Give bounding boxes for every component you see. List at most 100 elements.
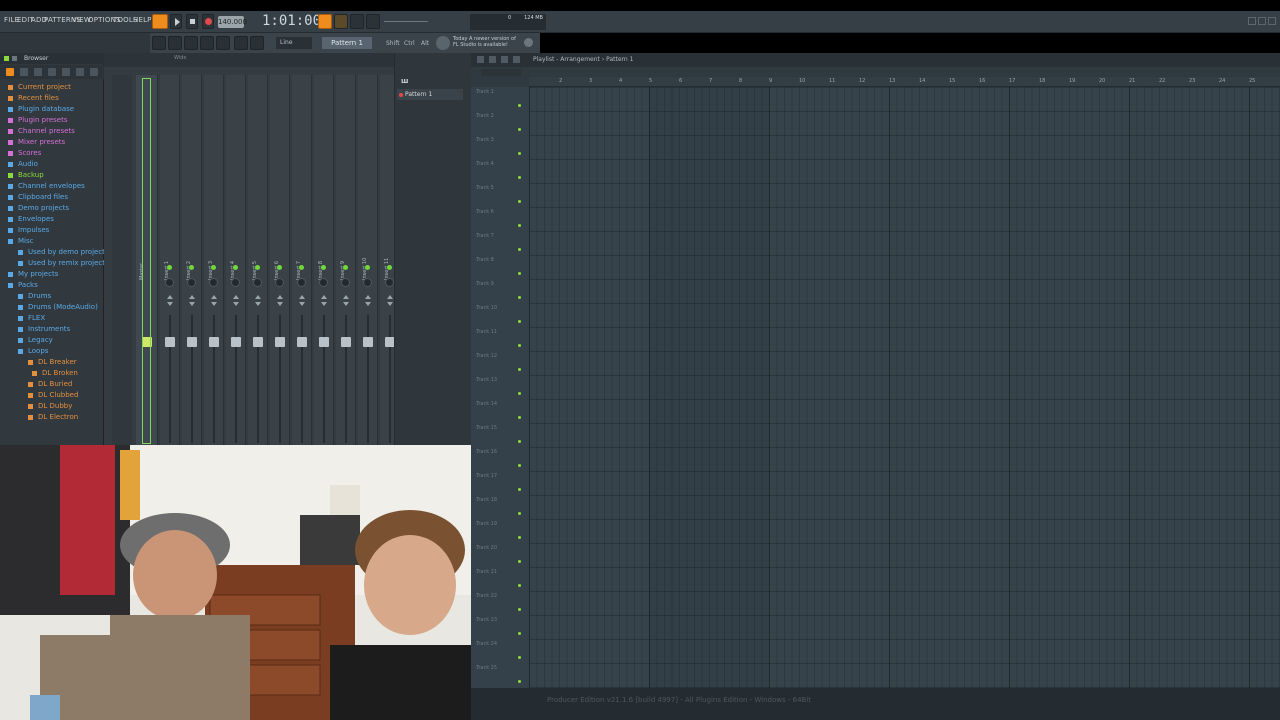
mixer-insert-track[interactable]: Insert 4: [226, 75, 246, 445]
browser-item[interactable]: Drums: [0, 291, 104, 302]
mixer-insert-track[interactable]: Insert 9: [336, 75, 356, 445]
snap-select[interactable]: Line: [276, 37, 312, 49]
insert-enable-led[interactable]: [299, 265, 304, 270]
pan-knob[interactable]: [385, 278, 394, 287]
playlist-options-icon[interactable]: [477, 56, 484, 63]
browser-item[interactable]: Legacy: [0, 335, 104, 346]
mixer-insert-track[interactable]: Insert 5: [248, 75, 268, 445]
track-header-label[interactable]: Track 16: [476, 449, 497, 455]
browser-item[interactable]: Plugin database: [0, 104, 104, 115]
track-mute-led[interactable]: [518, 392, 521, 395]
plugin-picker-button[interactable]: [216, 36, 230, 50]
track-header-label[interactable]: Track 14: [476, 401, 497, 407]
menu-help[interactable]: HELP: [133, 16, 152, 24]
pan-knob[interactable]: [319, 278, 328, 287]
track-mute-led[interactable]: [518, 680, 521, 683]
draw-tool-icon[interactable]: [489, 56, 496, 63]
close-icon[interactable]: [1268, 17, 1276, 25]
stereo-separation-icon[interactable]: [343, 295, 349, 307]
pan-knob[interactable]: [231, 278, 240, 287]
browser-item[interactable]: Used by demo projects: [0, 247, 109, 258]
track-mute-led[interactable]: [518, 368, 521, 371]
track-mute-led[interactable]: [518, 344, 521, 347]
track-header-label[interactable]: Track 17: [476, 473, 497, 479]
browser-forward-icon[interactable]: [48, 68, 56, 76]
stereo-separation-icon[interactable]: [277, 295, 283, 307]
pan-knob[interactable]: [275, 278, 284, 287]
track-mute-led[interactable]: [518, 152, 521, 155]
track-mute-led[interactable]: [518, 488, 521, 491]
volume-fader[interactable]: [231, 337, 241, 347]
master-volume-slider[interactable]: [384, 21, 428, 22]
browser-item[interactable]: Current project: [0, 82, 104, 93]
channel-rack-icon[interactable]: ш: [401, 77, 408, 85]
track-mute-led[interactable]: [518, 272, 521, 275]
stereo-separation-icon[interactable]: [233, 295, 239, 307]
pan-knob[interactable]: [187, 278, 196, 287]
browser-item[interactable]: My projects: [0, 269, 104, 280]
browser-item[interactable]: Channel presets: [0, 126, 104, 137]
track-mute-led[interactable]: [518, 560, 521, 563]
track-header-label[interactable]: Track 11: [476, 329, 497, 335]
volume-fader[interactable]: [319, 337, 329, 347]
insert-enable-led[interactable]: [211, 265, 216, 270]
track-mute-led[interactable]: [518, 296, 521, 299]
track-mute-led[interactable]: [518, 440, 521, 443]
browser-item[interactable]: DL Dubby: [0, 401, 104, 412]
track-header-label[interactable]: Track 3: [476, 137, 494, 143]
play-button[interactable]: [170, 14, 182, 29]
paint-tool-icon[interactable]: [501, 56, 508, 63]
browser-item[interactable]: Instruments: [0, 324, 104, 335]
stereo-separation-icon[interactable]: [167, 295, 173, 307]
track-mute-led[interactable]: [518, 512, 521, 515]
stereo-separation-icon[interactable]: [387, 295, 393, 307]
record-button[interactable]: [202, 14, 214, 29]
countdown-button[interactable]: [334, 14, 348, 29]
track-mute-led[interactable]: [518, 416, 521, 419]
song-time-display[interactable]: 1:01:00: [262, 13, 321, 29]
track-header-label[interactable]: Track 23: [476, 617, 497, 623]
volume-fader[interactable]: [297, 337, 307, 347]
track-header-label[interactable]: Track 10: [476, 305, 497, 311]
track-mute-led[interactable]: [518, 104, 521, 107]
playlist-view-button[interactable]: [152, 36, 166, 50]
microphone-icon[interactable]: [250, 36, 264, 50]
track-header-label[interactable]: Track 4: [476, 161, 494, 167]
browser-item[interactable]: Audio: [0, 159, 104, 170]
browser-item[interactable]: DL Buried: [0, 379, 104, 390]
pan-knob[interactable]: [297, 278, 306, 287]
browser-cloud-icon[interactable]: [76, 68, 84, 76]
alt-key-label[interactable]: Alt: [421, 40, 429, 47]
browser-item[interactable]: Demo projects: [0, 203, 104, 214]
browser-item[interactable]: Drums (ModeAudio): [0, 302, 104, 313]
tempo-display[interactable]: 140.000: [218, 16, 247, 28]
track-header-label[interactable]: Track 5: [476, 185, 494, 191]
pattern-list-item[interactable]: Pattern 1: [397, 89, 463, 100]
browser-item[interactable]: Mixer presets: [0, 137, 104, 148]
insert-enable-led[interactable]: [189, 265, 194, 270]
track-mute-led[interactable]: [518, 608, 521, 611]
track-mute-led[interactable]: [518, 584, 521, 587]
shift-key-label[interactable]: Shift: [386, 40, 400, 47]
mixer-insert-track[interactable]: Insert 2: [182, 75, 202, 445]
insert-enable-led[interactable]: [255, 265, 260, 270]
browser-item[interactable]: Channel envelopes: [0, 181, 104, 192]
channel-rack-view-button[interactable]: [184, 36, 198, 50]
insert-enable-led[interactable]: [277, 265, 282, 270]
pan-knob[interactable]: [253, 278, 262, 287]
mixer-view-button[interactable]: [200, 36, 214, 50]
browser-item[interactable]: FLEX: [0, 313, 104, 324]
playlist-time-ruler[interactable]: 2 3 4 5 6 7 8 9 10 11 12 13 14 15 16 17 18 19 20 21 22 23 24 25: [529, 77, 1280, 87]
pan-knob[interactable]: [363, 278, 372, 287]
browser-view-button[interactable]: [234, 36, 248, 50]
track-header-label[interactable]: Track 6: [476, 209, 494, 215]
browser-item[interactable]: DL Broken: [0, 368, 104, 379]
insert-enable-led[interactable]: [167, 265, 172, 270]
browser-item[interactable]: Misc: [0, 236, 104, 247]
browser-pin-icon[interactable]: [12, 56, 17, 61]
browser-item[interactable]: Plugin presets: [0, 115, 104, 126]
track-header-label[interactable]: Track 13: [476, 377, 497, 383]
browser-item[interactable]: Packs: [0, 280, 104, 291]
track-header-label[interactable]: Track 7: [476, 233, 494, 239]
browser-item[interactable]: DL Breaker: [0, 357, 104, 368]
